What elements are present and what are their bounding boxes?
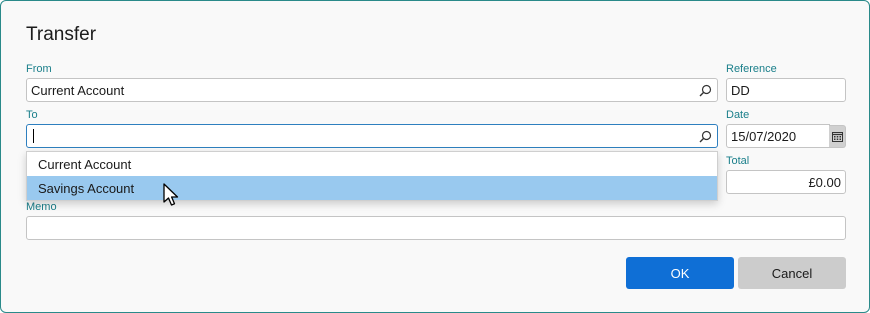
mouse-pointer-icon [163, 183, 179, 206]
total-label: Total [726, 155, 750, 167]
ok-button[interactable]: OK [626, 257, 734, 289]
date-input[interactable]: 15/07/2020 [726, 124, 830, 148]
cancel-button[interactable]: Cancel [738, 257, 846, 289]
to-label: To [26, 109, 38, 121]
search-icon[interactable] [697, 82, 713, 98]
memo-label: Memo [26, 201, 57, 213]
text-caret [33, 129, 34, 143]
account-dropdown-list: Current Account Savings Account [26, 151, 718, 201]
memo-input[interactable] [26, 216, 846, 240]
total-input[interactable]: £0.00 [726, 170, 846, 194]
reference-input[interactable]: DD [726, 78, 846, 102]
calendar-icon [831, 132, 843, 142]
date-value: 15/07/2020 [731, 128, 797, 144]
total-value: £0.00 [808, 174, 841, 190]
dropdown-item-savings-account[interactable]: Savings Account [27, 176, 717, 200]
date-label: Date [726, 109, 750, 121]
from-input[interactable]: Current Account [26, 78, 718, 102]
reference-label: Reference [726, 63, 777, 75]
to-input[interactable] [26, 124, 718, 148]
date-picker-button[interactable] [829, 125, 846, 148]
search-icon[interactable] [697, 128, 713, 144]
from-value: Current Account [31, 82, 125, 98]
transfer-dialog: Transfer From Current Account Reference … [0, 0, 870, 313]
from-label: From [26, 63, 52, 75]
dropdown-item-current-account[interactable]: Current Account [27, 152, 717, 176]
reference-value: DD [731, 82, 750, 98]
dialog-title: Transfer [26, 24, 97, 45]
